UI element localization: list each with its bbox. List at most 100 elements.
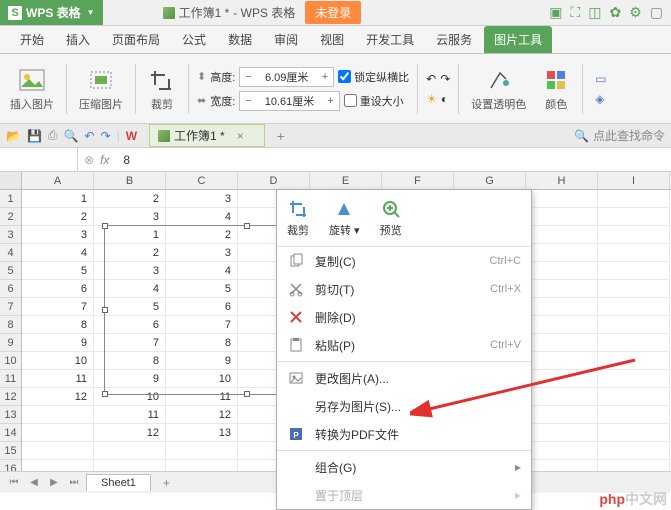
cell[interactable] <box>598 280 670 298</box>
settings-icon[interactable]: ⚙ <box>629 4 642 21</box>
save-icon[interactable]: 💾 <box>27 129 42 143</box>
ctx-rotate-button[interactable]: 旋转 ▾ <box>325 196 364 240</box>
cell[interactable] <box>526 334 598 352</box>
theme-icon[interactable]: ✿ <box>609 4 621 21</box>
cell[interactable] <box>526 298 598 316</box>
row-header[interactable]: 14 <box>0 424 21 442</box>
fx-cancel-icon[interactable]: ⊗ <box>84 153 94 167</box>
row-header[interactable]: 1 <box>0 190 21 208</box>
select-all-corner[interactable] <box>0 172 21 190</box>
cell[interactable] <box>598 244 670 262</box>
cell[interactable] <box>598 208 670 226</box>
window-icon-2[interactable]: ⛶ <box>570 4 580 21</box>
cell[interactable] <box>526 370 598 388</box>
cell[interactable]: 3 <box>22 226 94 244</box>
context-menu-item[interactable]: 组合(G)▸ <box>277 453 531 481</box>
sheet-nav-next[interactable]: ▶ <box>46 475 62 491</box>
cell[interactable]: 8 <box>22 316 94 334</box>
cell[interactable]: 4 <box>22 244 94 262</box>
cell[interactable]: 4 <box>166 208 238 226</box>
close-tab-icon[interactable]: × <box>237 129 244 143</box>
cell[interactable]: 1 <box>22 190 94 208</box>
context-menu-item[interactable]: 剪切(T)Ctrl+X <box>277 275 531 303</box>
sheet-nav-last[interactable]: ⏭ <box>66 475 82 491</box>
cell[interactable]: 12 <box>166 406 238 424</box>
picture-effect-icon[interactable]: ◈ <box>595 92 606 106</box>
row-header[interactable]: 15 <box>0 442 21 460</box>
cell[interactable] <box>598 334 670 352</box>
context-menu-item[interactable]: 粘贴(P)Ctrl+V <box>277 331 531 359</box>
row-header[interactable]: 8 <box>0 316 21 334</box>
tab-dev[interactable]: 开发工具 <box>356 26 424 53</box>
rotate-right-icon[interactable]: ↷ <box>440 72 450 86</box>
reset-size-checkbox[interactable] <box>344 94 357 107</box>
cell[interactable] <box>22 424 94 442</box>
brightness-icon[interactable]: ☀ <box>426 92 437 106</box>
search-command[interactable]: 🔍 点此查找命令 <box>574 127 665 144</box>
window-icon-3[interactable]: ◫ <box>588 4 601 21</box>
cell[interactable] <box>526 316 598 334</box>
ctx-crop-button[interactable]: 裁剪 <box>283 196 313 240</box>
tab-start[interactable]: 开始 <box>10 26 54 53</box>
cell[interactable] <box>22 442 94 460</box>
cell[interactable]: 5 <box>22 262 94 280</box>
row-header[interactable]: 11 <box>0 370 21 388</box>
ctx-preview-button[interactable]: 预览 <box>376 196 406 240</box>
row-header[interactable]: 12 <box>0 388 21 406</box>
cell[interactable]: 3 <box>166 190 238 208</box>
open-icon[interactable]: 📂 <box>6 129 21 143</box>
redo-icon[interactable]: ↷ <box>101 129 111 143</box>
cell[interactable] <box>598 388 670 406</box>
row-header[interactable]: 3 <box>0 226 21 244</box>
cell[interactable] <box>526 262 598 280</box>
height-input[interactable]: −6.09厘米+ <box>239 67 334 87</box>
add-tab-button[interactable]: + <box>277 128 285 144</box>
context-menu-item[interactable]: 更改图片(A)... <box>277 364 531 392</box>
cell[interactable] <box>598 316 670 334</box>
add-sheet-button[interactable]: + <box>155 474 178 492</box>
formula-input[interactable]: 8 <box>115 153 138 167</box>
tab-review[interactable]: 审阅 <box>264 26 308 53</box>
print-icon[interactable]: ⎙ <box>48 128 58 143</box>
cell[interactable] <box>526 424 598 442</box>
file-tab[interactable]: 工作簿1 * × <box>149 124 265 147</box>
window-icon-1[interactable]: ▣ <box>549 4 562 21</box>
cell[interactable]: 11 <box>22 370 94 388</box>
context-menu-item[interactable]: 置于顶层▸ <box>277 481 531 509</box>
col-header[interactable]: E <box>310 172 382 189</box>
cell[interactable] <box>598 352 670 370</box>
cell[interactable] <box>598 406 670 424</box>
cell[interactable]: 12 <box>94 424 166 442</box>
row-header[interactable]: 9 <box>0 334 21 352</box>
tab-layout[interactable]: 页面布局 <box>102 26 170 53</box>
col-header[interactable]: F <box>382 172 454 189</box>
cell[interactable]: 12 <box>22 388 94 406</box>
cell[interactable] <box>526 352 598 370</box>
wps-icon[interactable]: W <box>126 129 137 143</box>
col-header[interactable]: C <box>166 172 238 189</box>
col-header[interactable]: D <box>238 172 310 189</box>
width-input[interactable]: −10.61厘米+ <box>239 91 339 111</box>
cell[interactable] <box>526 244 598 262</box>
rotate-left-icon[interactable]: ↶ <box>426 72 436 86</box>
cell[interactable] <box>598 442 670 460</box>
row-header[interactable]: 10 <box>0 352 21 370</box>
crop-button[interactable]: 裁剪 <box>144 66 180 112</box>
transparent-color-button[interactable]: 设置透明色 <box>467 66 530 112</box>
cell[interactable] <box>598 226 670 244</box>
tab-formula[interactable]: 公式 <box>172 26 216 53</box>
cell[interactable] <box>526 190 598 208</box>
cell[interactable]: 6 <box>22 280 94 298</box>
cell[interactable]: 13 <box>166 424 238 442</box>
sheet-nav-first[interactable]: ⏮ <box>6 475 22 491</box>
cell[interactable]: 2 <box>94 190 166 208</box>
cell[interactable] <box>526 388 598 406</box>
cell[interactable]: 11 <box>94 406 166 424</box>
tab-cloud[interactable]: 云服务 <box>426 26 482 53</box>
col-header[interactable]: H <box>526 172 598 189</box>
login-button[interactable]: 未登录 <box>305 1 361 24</box>
window-maximize-icon[interactable]: ▢ <box>650 4 663 21</box>
row-header[interactable]: 4 <box>0 244 21 262</box>
picture-frame-icon[interactable]: ▭ <box>595 72 606 86</box>
context-menu-item[interactable]: 删除(D) <box>277 303 531 331</box>
